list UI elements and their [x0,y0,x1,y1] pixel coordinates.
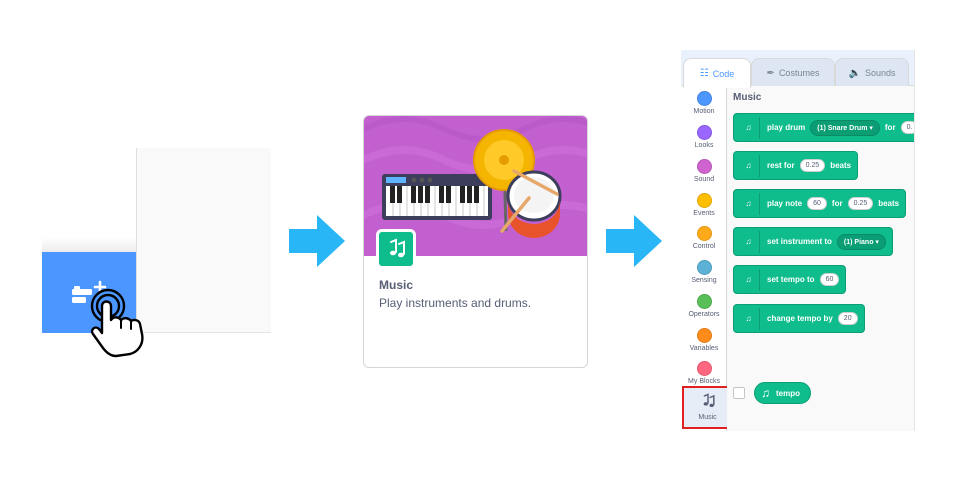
music-note-icon [703,393,715,408]
music-note-icon: ♫ [738,268,760,291]
events-dot-icon [696,193,712,208]
block-text: set tempo to [767,275,815,284]
tutorial-stage: Music Play instruments and drums. ☷ Code… [0,0,970,480]
block-text: tempo [776,388,800,398]
set-instrument-block[interactable]: ♫ set instrument to (1) Piano ▾ [733,227,893,256]
tempo-checkbox[interactable] [733,387,745,399]
operators-dot-icon [696,294,712,309]
block-text: change tempo by [767,314,833,323]
block-text: play note [767,199,803,208]
editor-tab-bar: ☷ Code ✒ Costumes 🔈 Sounds [681,50,914,88]
code-editor-panel: ☷ Code ✒ Costumes 🔈 Sounds Motion Looks [681,50,915,431]
block-text: set instrument to [767,237,832,246]
change-tempo-block[interactable]: ♫ change tempo by 20 [733,304,865,333]
card-title: Music [379,278,414,292]
category-label: Variables [689,345,719,352]
tab-label: Sounds [864,68,896,78]
speaker-icon: 🔈 [848,67,861,79]
category-label: Music [698,414,717,421]
category-label: Sensing [691,277,717,284]
beats-input[interactable]: 0.25 [799,159,826,172]
category-sensing[interactable]: Sensing [681,260,727,284]
block-text: for [884,123,896,132]
beats-input[interactable]: 0.25 [847,197,874,210]
block-text: rest for [767,161,795,170]
category-events[interactable]: Events [681,193,727,217]
category-label: Operators [688,311,720,318]
music-extension-card[interactable]: Music Play instruments and drums. [363,115,588,368]
my-blocks-dot-icon [696,361,712,376]
category-looks[interactable]: Looks [681,125,727,149]
block-palette: Music ♫ play drum (1) Snare Drum ▾ for 0… [727,86,914,431]
category-music[interactable]: Music [682,386,733,429]
block-text: for [831,199,843,208]
looks-dot-icon [696,125,712,140]
music-note-icon: ♫ [738,307,760,330]
sensing-dot-icon [696,260,712,275]
rest-block[interactable]: ♫ rest for 0.25 beats [733,151,859,180]
tab-label: Code [712,68,735,79]
music-note-icon: ♫ [761,386,770,400]
tempo-change-input[interactable]: 20 [837,312,858,325]
category-label: Motion [693,108,715,115]
tab-costumes[interactable]: ✒ Costumes [751,58,835,87]
variables-dot-icon [696,328,712,343]
tab-label: Costumes [778,68,820,78]
music-note-icon: ♫ [738,116,760,139]
instrument-dropdown[interactable]: (1) Piano ▾ [836,233,886,250]
next-step-arrow-icon [289,215,345,267]
block-text: beats [878,199,900,208]
code-icon: ☷ [699,68,709,79]
card-description: Play instruments and drums. [379,296,532,310]
category-my-blocks[interactable]: My Blocks [681,361,727,385]
category-label: Looks [694,142,714,149]
category-label: My Blocks [688,378,720,385]
category-operators[interactable]: Operators [681,294,727,318]
tempo-reporter-block[interactable]: ♫ tempo [754,382,811,404]
block-text: beats [830,161,852,170]
category-control[interactable]: Control [681,226,727,250]
note-input[interactable]: 60 [807,197,827,210]
category-sound[interactable]: Sound [681,159,727,183]
category-label: Events [693,210,715,217]
category-menu: Motion Looks Sound Events Control Sensin… [681,86,727,431]
music-badge-icon [376,229,416,269]
music-note-icon: ♫ [738,154,760,177]
motion-dot-icon [696,91,712,106]
control-dot-icon [696,226,712,241]
set-tempo-block[interactable]: ♫ set tempo to 60 [733,265,847,294]
drum-dropdown[interactable]: (1) Snare Drum ▾ [810,119,880,136]
tab-code[interactable]: ☷ Code [683,58,751,88]
category-label: Control [692,243,716,250]
tap-hand-icon [90,288,144,358]
sound-dot-icon [696,159,712,174]
dropdown-value: (1) Snare Drum [817,124,868,132]
beats-input[interactable]: 0. [900,121,914,134]
music-note-icon: ♫ [738,230,760,253]
category-label: Sound [693,176,715,183]
brush-icon: ✒ [766,67,775,79]
next-step-arrow-icon [606,215,662,267]
dropdown-value: (1) Piano [843,238,874,246]
music-note-icon: ♫ [738,192,760,215]
tab-sounds[interactable]: 🔈 Sounds [835,58,909,87]
extension-button-panel [42,148,271,358]
tempo-input[interactable]: 60 [819,273,840,286]
play-drum-block[interactable]: ♫ play drum (1) Snare Drum ▾ for 0. [733,113,914,142]
palette-title: Music [733,92,762,103]
category-motion[interactable]: Motion [681,91,727,115]
block-text: play drum [767,123,806,132]
category-variables[interactable]: Variables [681,328,727,352]
play-note-block[interactable]: ♫ play note 60 for 0.25 beats [733,189,907,218]
